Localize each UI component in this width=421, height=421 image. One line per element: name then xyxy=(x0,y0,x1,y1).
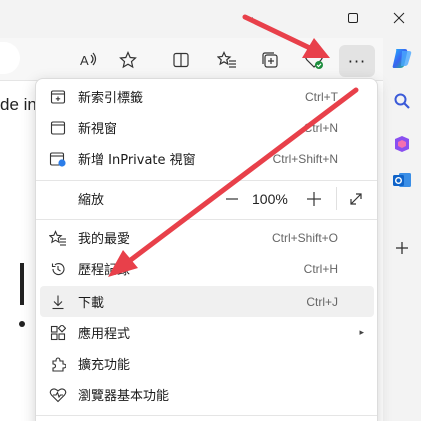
maximize-button[interactable] xyxy=(330,0,376,36)
outlook-icon[interactable] xyxy=(388,166,416,194)
split-screen-icon[interactable] xyxy=(167,46,195,74)
inprivate-icon xyxy=(48,149,68,169)
favorites-icon[interactable] xyxy=(213,46,241,74)
collections-icon[interactable] xyxy=(256,46,284,74)
menu-item-label: 新視窗 xyxy=(78,122,118,137)
page-partial-text: de in xyxy=(0,95,37,114)
sidebar xyxy=(383,38,421,421)
menu-item-label: 我的最愛 xyxy=(78,232,131,247)
menu-item-label: 新增 InPrivate 視窗 xyxy=(78,153,196,168)
maximize-icon xyxy=(348,13,358,23)
read-aloud-icon[interactable]: A xyxy=(75,46,103,74)
minimize-button[interactable] xyxy=(225,0,271,36)
menu-item-label: 新索引標籤 xyxy=(78,91,144,106)
zoom-in-button[interactable] xyxy=(304,189,324,209)
menu-item-shortcut: Ctrl+N xyxy=(303,120,338,135)
menu-item-shortcut: Ctrl+J xyxy=(306,294,338,309)
menu-item-shortcut: Ctrl+Shift+N xyxy=(272,151,338,166)
minimize-icon xyxy=(243,17,253,19)
submenu-arrow-icon: ▸ xyxy=(359,327,364,338)
menu-item-new-window[interactable]: 新視窗 Ctrl+N xyxy=(40,112,374,143)
extensions-icon xyxy=(48,354,68,374)
close-button[interactable] xyxy=(376,0,421,36)
menu-item-downloads[interactable]: 下載 Ctrl+J xyxy=(40,286,374,317)
office-icon[interactable] xyxy=(388,130,416,158)
page-dot-mark xyxy=(19,321,25,327)
browser-essentials-icon[interactable] xyxy=(300,46,328,74)
menu-item-browser-essentials[interactable]: 瀏覽器基本功能 xyxy=(40,379,374,410)
menu-item-shortcut: Ctrl+Shift+O xyxy=(271,230,338,245)
zoom-divider xyxy=(336,187,337,210)
menu-item-new-tab[interactable]: 新索引標籤 Ctrl+T xyxy=(40,81,374,112)
menu-item-new-inprivate[interactable]: 新增 InPrivate 視窗 Ctrl+Shift+N xyxy=(40,143,374,174)
menu-item-label: 下載 xyxy=(78,296,105,311)
menu-item-shortcut: Ctrl+T xyxy=(305,89,338,104)
add-icon[interactable] xyxy=(388,234,416,262)
menu-item-apps[interactable]: 應用程式 ▸ xyxy=(40,317,374,348)
menu-item-extensions[interactable]: 擴充功能 xyxy=(40,348,374,379)
history-icon xyxy=(48,259,68,279)
menu-item-label: 應用程式 xyxy=(78,327,131,342)
menu-divider xyxy=(36,180,377,181)
menu-divider xyxy=(36,219,377,220)
settings-menu: 新索引標籤 Ctrl+T 新視窗 Ctrl+N 新增 InPrivate 視窗 … xyxy=(35,78,378,421)
fullscreen-icon[interactable] xyxy=(346,189,366,209)
browser-essentials-icon xyxy=(48,385,68,405)
menu-item-favorites[interactable]: 我的最愛 Ctrl+Shift+O xyxy=(40,222,374,253)
favorite-star-icon[interactable] xyxy=(114,46,142,74)
menu-item-label: 縮放 xyxy=(78,193,105,208)
apps-icon xyxy=(48,323,68,343)
menu-item-history[interactable]: 歷程記錄 Ctrl+H xyxy=(40,253,374,284)
close-icon xyxy=(393,12,405,24)
download-icon xyxy=(48,292,68,312)
zoom-level: 100% xyxy=(252,190,288,207)
menu-divider xyxy=(36,415,377,416)
menu-item-label: 擴充功能 xyxy=(78,358,131,373)
zoom-out-button[interactable] xyxy=(222,189,242,209)
svg-text:A: A xyxy=(80,53,89,68)
menu-item-label: 歷程記錄 xyxy=(78,263,131,278)
menu-item-shortcut: Ctrl+H xyxy=(303,261,338,276)
favorites-icon xyxy=(48,228,68,248)
title-bar xyxy=(0,0,421,38)
copilot-icon[interactable] xyxy=(388,44,416,72)
more-button[interactable]: ··· xyxy=(339,45,375,77)
menu-item-label: 瀏覽器基本功能 xyxy=(78,389,170,404)
search-icon[interactable] xyxy=(388,87,416,115)
new-window-icon xyxy=(48,118,68,138)
new-tab-icon xyxy=(48,87,68,107)
menu-item-zoom: 縮放 100% xyxy=(40,183,374,214)
page-bar-mark xyxy=(20,263,24,305)
